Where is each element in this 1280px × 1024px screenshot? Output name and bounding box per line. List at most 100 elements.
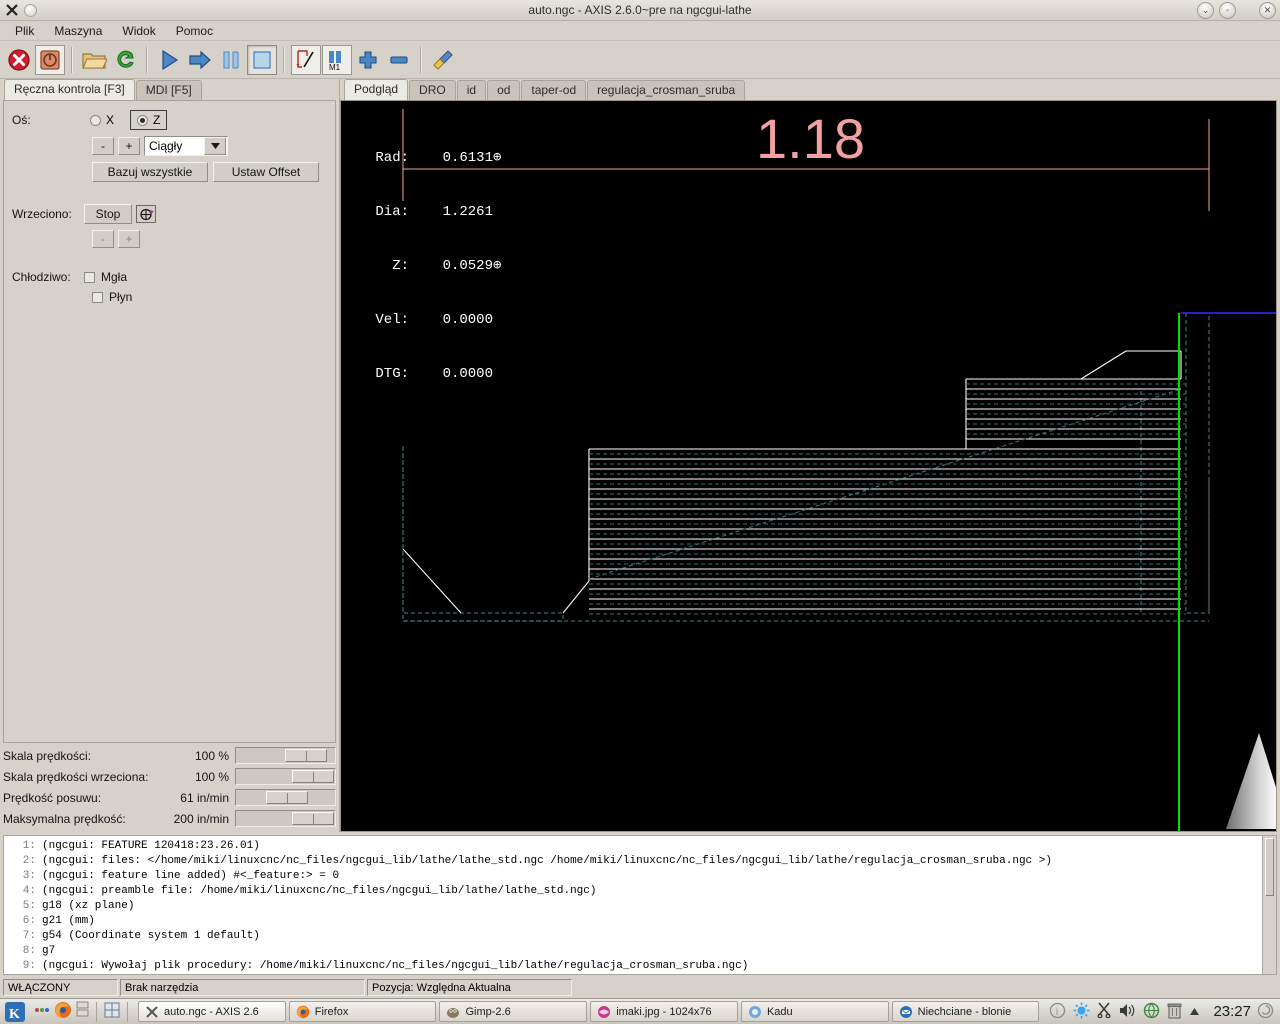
gcode-line-number: 5:: [22, 900, 36, 912]
task-button[interactable]: Gimp-2.6: [439, 1001, 588, 1022]
spindle-minus-button[interactable]: -: [92, 230, 114, 248]
jog-plus-button[interactable]: +: [118, 137, 140, 155]
tab-manual-control[interactable]: Ręczna kontrola [F3]: [4, 79, 135, 100]
slider-thumb[interactable]: [292, 812, 334, 825]
gcode-line-text: (ngcgui: Wywołaj plik procedury: /home/m…: [42, 960, 749, 972]
axis-icon: [145, 1005, 159, 1019]
menu-item-maszyna[interactable]: Maszyna: [45, 22, 111, 40]
firefox-launcher-icon[interactable]: [54, 1001, 72, 1022]
gcode-line[interactable]: 1: (ngcgui: FEATURE 120418:23.26.01): [10, 839, 1276, 854]
gcode-line-text: (ngcgui: feature line added) #<_feature:…: [42, 870, 340, 882]
axis-row: Oś: X Z: [12, 110, 327, 130]
spindle-stop-button[interactable]: Stop: [84, 204, 132, 224]
taskbar-clock[interactable]: 23:27: [1207, 1003, 1257, 1020]
window-menu-icon[interactable]: [24, 3, 37, 17]
gcode-line[interactable]: 7: g54 (Coordinate system 1 default): [10, 929, 1276, 944]
gcode-preview-canvas[interactable]: 1.18 Rad: 0.6131⊕ Dia: 1.2261 Z: 0.0529⊕ Ve…: [340, 100, 1277, 832]
gcode-line[interactable]: 3: (ngcgui: feature line added) #<_featur…: [10, 869, 1276, 884]
reload-file-button[interactable]: [110, 45, 140, 75]
titlebar-left-icons: [0, 3, 37, 18]
slider-track[interactable]: [235, 747, 336, 764]
pause-program-button[interactable]: [216, 45, 246, 75]
spindle-row: Wrzeciono: Stop: [12, 204, 327, 224]
step-program-button[interactable]: [185, 45, 215, 75]
tab-taper-od[interactable]: taper-od: [521, 80, 587, 100]
menu-item-pomoc[interactable]: Pomoc: [167, 22, 222, 40]
slider-thumb[interactable]: [265, 791, 308, 804]
spindle-direction-icon[interactable]: [136, 205, 156, 223]
dro-row-dia: Dia: 1.2261: [363, 203, 501, 221]
gcode-text-view[interactable]: 1: (ngcgui: FEATURE 120418:23.26.01) 2: (n…: [3, 835, 1277, 975]
slider-track[interactable]: [235, 768, 336, 785]
dro-label: Dia:: [375, 204, 409, 220]
show-desktop-icon[interactable]: [34, 1003, 50, 1020]
zoom-in-button[interactable]: [353, 45, 383, 75]
task-button[interactable]: Kadu: [740, 1001, 889, 1022]
tab-mdi[interactable]: MDI [F5]: [135, 80, 202, 100]
tab-regulacja-crosman-sruba[interactable]: regulacja_crosman_sruba: [587, 80, 746, 100]
tab-dro[interactable]: DRO: [409, 80, 456, 100]
gcode-vertical-scrollbar[interactable]: [1262, 836, 1276, 974]
flood-checkbox[interactable]: [92, 291, 103, 303]
task-button[interactable]: auto.ngc - AXIS 2.6: [138, 1001, 286, 1022]
slider-track[interactable]: [235, 789, 336, 806]
slider-jog-speed: Prędkość posuwu: 61 in/min: [3, 787, 336, 808]
gcode-line[interactable]: 8: g7: [10, 944, 1276, 959]
tray-expand-icon[interactable]: [1189, 1005, 1200, 1019]
run-program-button[interactable]: [154, 45, 184, 75]
slider-label: Skala prędkości:: [3, 748, 92, 763]
volume-icon[interactable]: [1119, 1003, 1136, 1021]
pager-icon[interactable]: [104, 1002, 120, 1021]
scrollbar-thumb[interactable]: [1265, 838, 1274, 896]
clear-plot-button[interactable]: [428, 45, 458, 75]
scissors-icon[interactable]: [1097, 1002, 1112, 1021]
jog-increment-combo[interactable]: Ciągły: [144, 136, 228, 156]
close-button[interactable]: ✕: [1259, 2, 1276, 19]
gcode-line[interactable]: 6: g21 (mm): [10, 914, 1276, 929]
gcode-line[interactable]: 4: (ngcgui: preamble file: /home/miki/lin…: [10, 884, 1276, 899]
stop-program-button[interactable]: [247, 44, 277, 75]
dro-label: Vel:: [375, 312, 409, 328]
zoom-out-button[interactable]: [384, 45, 414, 75]
task-button[interactable]: Niechciane - blonie: [891, 1001, 1040, 1022]
gcode-line[interactable]: 9: (ngcgui: Wywołaj plik procedury: /home…: [10, 959, 1276, 974]
network-icon[interactable]: [1143, 1002, 1160, 1022]
trash-icon[interactable]: [1167, 1002, 1182, 1022]
set-offset-button[interactable]: Ustaw Offset: [213, 162, 319, 182]
start-menu-button[interactable]: K: [2, 1000, 28, 1024]
shade-button[interactable]: ⌄: [1197, 2, 1214, 19]
mail-icon: [899, 1005, 913, 1019]
window-list-icon[interactable]: [76, 1001, 89, 1022]
status-tool: Brak narzędzia: [120, 979, 365, 996]
estop-button[interactable]: [4, 45, 34, 75]
optional-stop-button[interactable]: M1: [322, 44, 352, 75]
menu-item-plik[interactable]: Plik: [6, 22, 43, 40]
tab-podglad[interactable]: Podgląd: [344, 79, 409, 100]
task-button[interactable]: Firefox: [288, 1001, 437, 1022]
spindle-plus-button[interactable]: +: [118, 230, 140, 248]
skip-lines-button[interactable]: [291, 44, 321, 75]
slider-label: Prędkość posuwu:: [3, 790, 102, 805]
mist-checkbox[interactable]: [84, 271, 95, 283]
open-file-button[interactable]: [79, 45, 109, 75]
toolbar: M1: [0, 41, 1280, 79]
chevron-down-icon[interactable]: [204, 137, 226, 155]
minimize-button[interactable]: ◦: [1219, 2, 1236, 19]
home-all-button[interactable]: Bazuj wszystkie: [92, 162, 208, 182]
task-button[interactable]: imaki.jpg - 1024x76: [590, 1001, 738, 1022]
gcode-line[interactable]: 2: (ngcgui: files: </home/miki/linuxcnc/n…: [10, 854, 1276, 869]
gcode-line[interactable]: 5: g18 (xz plane): [10, 899, 1276, 914]
slider-thumb[interactable]: [285, 749, 328, 762]
tab-id[interactable]: id: [456, 80, 487, 100]
lock-session-icon[interactable]: [1257, 1002, 1280, 1022]
slider-track[interactable]: [235, 810, 336, 827]
jog-minus-button[interactable]: -: [92, 137, 114, 155]
axis-radio-z[interactable]: Z: [130, 110, 168, 130]
brightness-icon[interactable]: [1073, 1002, 1090, 1022]
info-icon[interactable]: i: [1049, 1002, 1066, 1022]
slider-thumb[interactable]: [292, 770, 334, 783]
machine-power-button[interactable]: [35, 44, 65, 75]
tab-od[interactable]: od: [487, 80, 521, 100]
menu-item-widok[interactable]: Widok: [113, 22, 164, 40]
axis-radio-x[interactable]: X: [84, 111, 120, 129]
